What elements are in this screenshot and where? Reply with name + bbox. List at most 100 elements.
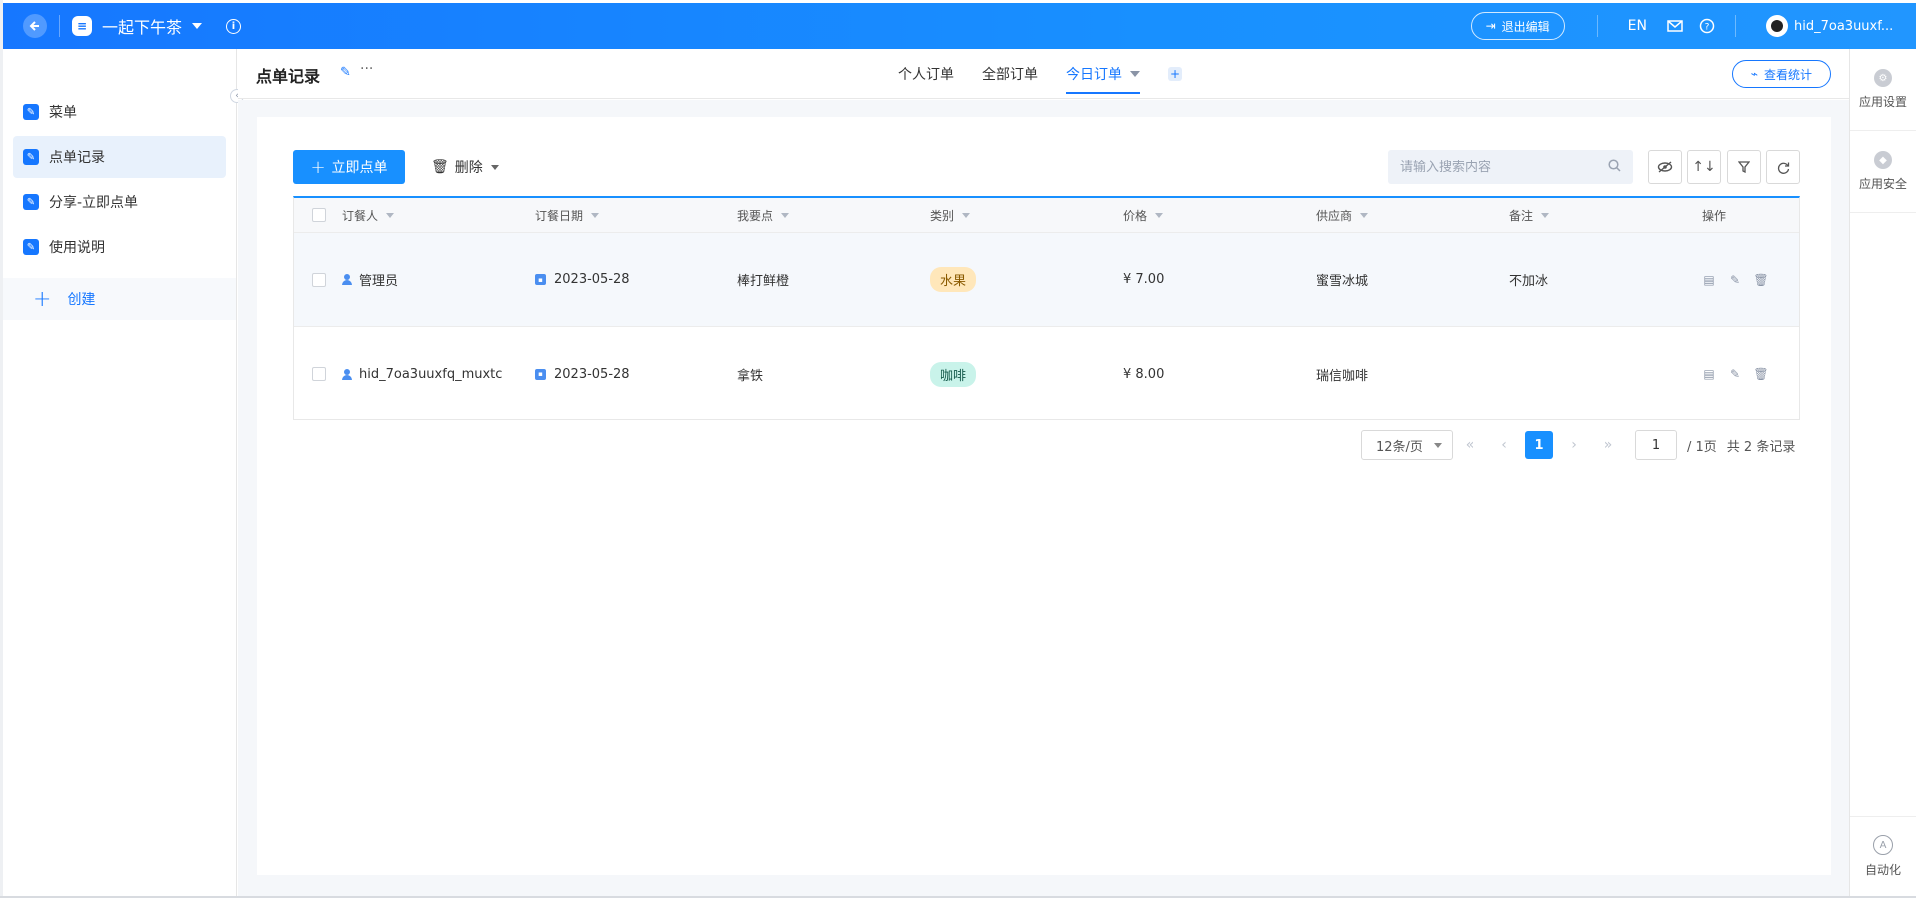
page-jump-input[interactable]	[1635, 430, 1677, 460]
sort-icon[interactable]: ↑↓	[1687, 150, 1721, 184]
order-now-label: 立即点单	[331, 160, 388, 176]
table-row[interactable]: hid_7oa3uuxfq_muxtc ▪ 2023-05-28 拿铁 咖啡 ¥ …	[294, 327, 1799, 421]
next-page-icon[interactable]: ›	[1557, 430, 1591, 460]
add-view-plus-icon[interactable]: +	[1168, 67, 1182, 81]
view-detail-icon[interactable]: ▤	[1702, 273, 1716, 287]
chevron-down-icon	[1155, 212, 1164, 218]
sidebar-item-instructions[interactable]: ✎ 使用说明	[13, 226, 226, 268]
back-button[interactable]	[23, 14, 47, 38]
top-bar: ≡ 一起下午茶 i ⇥ 退出编辑 EN ? hid_7oa3uuxf...	[3, 3, 1916, 49]
delete-button[interactable]: 🗑 删除	[431, 150, 499, 184]
category-tag: 咖啡	[930, 361, 977, 387]
sidebar: ✎ 菜单 ✎ 点单记录 ✎ 分享-立即点单 ✎ 使用说明 + 创建 ‹	[3, 49, 244, 896]
view-tabs: 个人订单 全部订单 今日订单 +	[898, 49, 1182, 99]
vendor: 瑞信咖啡	[1316, 368, 1369, 384]
edit-icon[interactable]: ✎	[1728, 367, 1742, 381]
app-settings-button[interactable]: ⚙ 应用设置	[1850, 49, 1916, 131]
column-header[interactable]: 订餐日期	[535, 198, 737, 232]
refresh-icon[interactable]	[1766, 150, 1800, 184]
top-right-actions: ⇥ 退出编辑 EN ? hid_7oa3uuxf...	[1470, 3, 1916, 49]
order-now-button[interactable]: + 立即点单	[293, 150, 405, 184]
automation-icon: A	[1873, 835, 1893, 855]
data-table: 订餐人 订餐日期 我要点 类别 价格 供应商 备注 操作 管理员 ▪ 2023-0…	[293, 196, 1800, 420]
tab-label: 个人订单	[898, 67, 954, 83]
row-checkbox[interactable]	[312, 367, 326, 381]
sidebar-item-share-order[interactable]: ✎ 分享-立即点单	[13, 181, 226, 223]
divider	[1596, 15, 1598, 37]
edit-icon[interactable]: ✎	[1728, 273, 1742, 287]
exit-icon: ⇥	[1485, 19, 1496, 33]
search-input[interactable]	[1400, 159, 1608, 175]
total-pages: / 1页	[1687, 439, 1717, 455]
tab-personal-orders[interactable]: 个人订单	[898, 49, 954, 99]
plus-icon: +	[310, 156, 326, 178]
column-header[interactable]: 订餐人	[342, 198, 535, 232]
filter-icon[interactable]	[1727, 150, 1761, 184]
app-menu-chevron-down-icon[interactable]	[192, 23, 203, 29]
chevron-down-icon	[962, 212, 971, 218]
select-all-checkbox[interactable]	[312, 208, 326, 222]
column-header[interactable]: 供应商	[1316, 198, 1509, 232]
sidebar-item-label: 菜单	[49, 105, 77, 121]
column-label: 我要点	[737, 208, 774, 223]
sidebar-item-menu[interactable]: ✎ 菜单	[13, 91, 226, 133]
app-title[interactable]: 一起下午茶	[102, 14, 182, 38]
chevron-down-icon[interactable]	[1130, 71, 1140, 77]
last-page-icon[interactable]: »	[1591, 430, 1625, 460]
edit-icon[interactable]: ✎	[340, 65, 351, 80]
view-stats-button[interactable]: ⌁ 查看统计	[1731, 60, 1831, 88]
column-header: 操作	[1702, 198, 1798, 232]
app-security-label: 应用安全	[1858, 177, 1907, 191]
help-icon[interactable]: ?	[1699, 18, 1715, 34]
gear-icon: ⚙	[1874, 69, 1892, 87]
tab-label: 全部订单	[982, 67, 1038, 83]
automation-button[interactable]: A 自动化	[1850, 816, 1916, 896]
column-header[interactable]: 备注	[1509, 198, 1702, 232]
arrow-left-icon	[29, 21, 39, 31]
form-icon: ✎	[23, 239, 39, 255]
column-header[interactable]: 我要点	[737, 198, 930, 232]
search-icon[interactable]	[1608, 158, 1621, 176]
content-header: 点单记录 ✎ ··· 个人订单 全部订单 今日订单 + ⌁ 查看统计	[238, 49, 1849, 99]
current-page-button[interactable]: 1	[1525, 431, 1553, 459]
column-label: 订餐人	[342, 208, 379, 223]
vendor: 蜜雪冰城	[1316, 274, 1369, 289]
svg-text:?: ?	[1705, 23, 1710, 33]
first-page-icon[interactable]: «	[1453, 430, 1487, 460]
more-icon[interactable]: ···	[360, 61, 373, 77]
page-size-select[interactable]: 12条/页	[1361, 430, 1453, 460]
sidebar-item-label: 使用说明	[49, 240, 105, 256]
sidebar-item-order-records[interactable]: ✎ 点单记录	[13, 136, 226, 178]
calendar-icon: ▪	[535, 368, 546, 380]
row-checkbox[interactable]	[312, 272, 326, 287]
exit-edit-button[interactable]: ⇥ 退出编辑	[1470, 12, 1565, 40]
app-security-button[interactable]: ◆ 应用安全	[1850, 131, 1916, 213]
column-header[interactable]: 价格	[1123, 198, 1316, 232]
tab-today-orders[interactable]: 今日订单	[1066, 49, 1140, 99]
hide-fields-eye-icon[interactable]	[1648, 150, 1682, 184]
table-row[interactable]: 管理员 ▪ 2023-05-28 棒打鲜橙 水果 ¥ 7.00 蜜雪冰城 不加冰 …	[294, 233, 1799, 327]
plus-icon: +	[33, 286, 52, 312]
page-size-value: 12条/页	[1376, 439, 1423, 455]
create-button[interactable]: + 创建	[3, 278, 236, 320]
tab-all-orders[interactable]: 全部订单	[982, 49, 1038, 99]
column-header[interactable]: 类别	[930, 198, 1123, 232]
view-detail-icon[interactable]: ▤	[1702, 367, 1716, 381]
mail-icon[interactable]	[1667, 18, 1683, 34]
automation-label: 自动化	[1864, 863, 1901, 877]
calendar-icon: ▪	[535, 274, 546, 285]
order-item: 棒打鲜橙	[737, 274, 790, 289]
view-stats-label: 查看统计	[1763, 67, 1812, 82]
column-label: 订餐日期	[535, 208, 584, 223]
divider	[1735, 15, 1736, 37]
user-menu[interactable]: hid_7oa3uuxf...	[1766, 15, 1916, 37]
chart-icon: ⌁	[1750, 67, 1758, 81]
prev-page-icon[interactable]: ‹	[1487, 430, 1521, 460]
trash-icon[interactable]: 🗑	[1753, 273, 1768, 287]
info-icon[interactable]: i	[226, 18, 242, 34]
order-date: 2023-05-28	[554, 272, 630, 287]
price: ¥ 7.00	[1123, 272, 1165, 287]
trash-icon[interactable]: 🗑	[1753, 367, 1768, 381]
chevron-down-icon	[490, 164, 499, 170]
language-toggle[interactable]: EN	[1628, 18, 1647, 34]
